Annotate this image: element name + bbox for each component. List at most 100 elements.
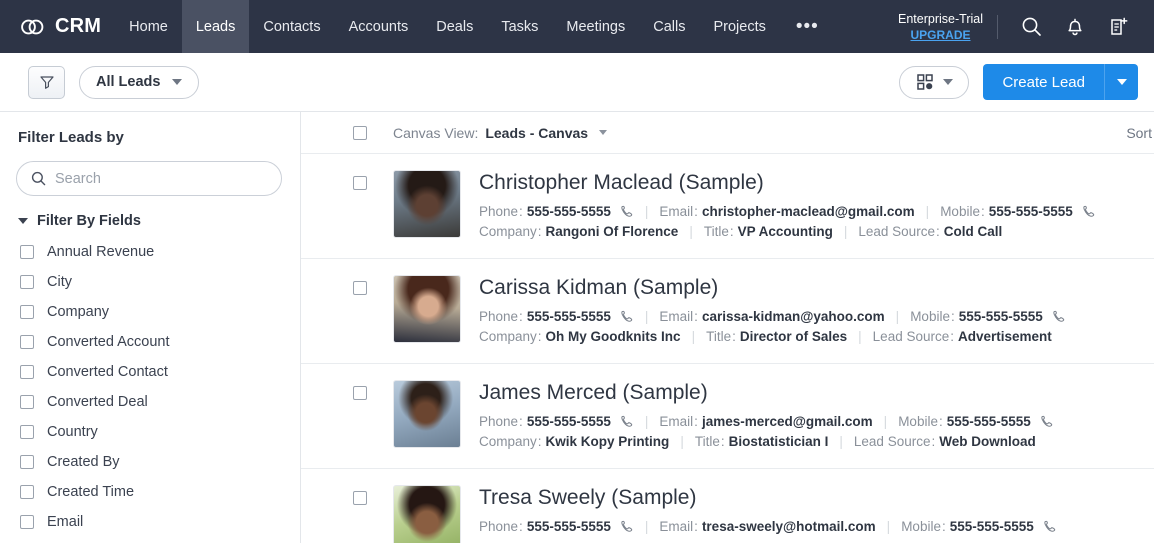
row-checkbox[interactable]: [353, 281, 367, 295]
company-label: Company: [479, 224, 537, 239]
checkbox[interactable]: [20, 305, 34, 319]
canvas-view-value[interactable]: Leads - Canvas: [485, 125, 588, 141]
phone-call-icon[interactable]: [619, 309, 634, 324]
search-input[interactable]: [55, 171, 267, 187]
filter-field-created-by[interactable]: Created By: [16, 447, 282, 477]
notifications-bell-icon[interactable]: [1054, 7, 1096, 47]
colon: :: [951, 309, 955, 324]
phone-call-icon[interactable]: [619, 414, 634, 429]
row-checkbox[interactable]: [353, 491, 367, 505]
checkbox[interactable]: [20, 455, 34, 469]
colon: :: [538, 329, 542, 344]
filter-by-fields-group-header[interactable]: Filter By Fields: [18, 213, 282, 229]
row-checkbox[interactable]: [353, 386, 367, 400]
phone-call-icon[interactable]: [1081, 204, 1096, 219]
colon: :: [732, 329, 736, 344]
lead-row[interactable]: Tresa Sweely (Sample) Phone : 555-555-55…: [301, 469, 1154, 543]
checkbox[interactable]: [20, 245, 34, 259]
email-value[interactable]: christopher-maclead@gmail.com: [702, 204, 915, 219]
checkbox[interactable]: [20, 515, 34, 529]
upgrade-link[interactable]: UPGRADE: [898, 29, 983, 43]
phone-value: 555-555-5555: [527, 309, 611, 324]
filter-field-converted-contact[interactable]: Converted Contact: [16, 357, 282, 387]
phone-call-icon[interactable]: [619, 519, 634, 534]
email-value[interactable]: tresa-sweely@hotmail.com: [702, 519, 876, 534]
lead-name-link[interactable]: James Merced (Sample): [479, 381, 1154, 405]
separator: |: [645, 414, 649, 429]
nav-item-deals[interactable]: Deals: [422, 0, 487, 53]
phone-call-icon[interactable]: [1051, 309, 1066, 324]
row-checkbox[interactable]: [353, 176, 367, 190]
email-value[interactable]: carissa-kidman@yahoo.com: [702, 309, 885, 324]
lead-row[interactable]: Carissa Kidman (Sample) Phone : 555-555-…: [301, 259, 1154, 364]
filter-field-email-opt-out[interactable]: Email Opt Out: [16, 537, 282, 543]
brand-logo-area[interactable]: CRM: [0, 0, 115, 53]
select-all-checkbox[interactable]: [353, 126, 367, 140]
separator: |: [858, 329, 862, 344]
mobile-label: Mobile: [940, 204, 980, 219]
title-label: Title: [706, 329, 731, 344]
company-value: Oh My Goodknits Inc: [546, 329, 681, 344]
checkbox[interactable]: [20, 275, 34, 289]
checkbox[interactable]: [20, 485, 34, 499]
lead-name-link[interactable]: Carissa Kidman (Sample): [479, 276, 1154, 300]
checkbox[interactable]: [20, 365, 34, 379]
separator: |: [839, 434, 843, 449]
nav-item-accounts[interactable]: Accounts: [335, 0, 423, 53]
create-lead-dropdown-button[interactable]: [1104, 64, 1138, 100]
email-label: Email: [659, 519, 693, 534]
filter-field-company[interactable]: Company: [16, 297, 282, 327]
chevron-down-icon[interactable]: [599, 130, 607, 135]
nav-item-leads[interactable]: Leads: [182, 0, 250, 53]
create-lead-button[interactable]: Create Lead: [983, 64, 1104, 100]
page-body: Filter Leads by Filter By Fields Annual …: [0, 112, 1154, 543]
phone-call-icon[interactable]: [1042, 519, 1057, 534]
mobile-label: Mobile: [901, 519, 941, 534]
search-icon[interactable]: [1010, 7, 1052, 47]
filter-field-converted-deal[interactable]: Converted Deal: [16, 387, 282, 417]
canvas-view-label: Canvas View: [393, 125, 474, 141]
phone-label: Phone: [479, 309, 518, 324]
separator: |: [844, 224, 848, 239]
nav-item-meetings[interactable]: Meetings: [552, 0, 639, 53]
checkbox[interactable]: [20, 335, 34, 349]
sidebar-search-box[interactable]: [16, 161, 282, 196]
filter-field-country[interactable]: Country: [16, 417, 282, 447]
lead-contact-line: Phone : 555-555-5555 | Email : james-mer…: [479, 414, 1154, 429]
phone-call-icon[interactable]: [1039, 414, 1054, 429]
checkbox[interactable]: [20, 395, 34, 409]
filter-field-city[interactable]: City: [16, 267, 282, 297]
nav-item-calls[interactable]: Calls: [639, 0, 699, 53]
nav-item-home[interactable]: Home: [115, 0, 182, 53]
view-selector-label: All Leads: [96, 74, 160, 90]
filter-field-label: Created Time: [47, 484, 134, 500]
lead-name-link[interactable]: Christopher Maclead (Sample): [479, 171, 1154, 195]
nav-item-projects[interactable]: Projects: [699, 0, 779, 53]
nav-item-tasks[interactable]: Tasks: [487, 0, 552, 53]
lead-name-link[interactable]: Tresa Sweely (Sample): [479, 486, 1154, 510]
checkbox[interactable]: [20, 425, 34, 439]
avatar: [393, 275, 461, 343]
lead-row[interactable]: James Merced (Sample) Phone : 555-555-55…: [301, 364, 1154, 469]
lead-info: James Merced (Sample) Phone : 555-555-55…: [479, 380, 1154, 454]
filter-field-converted-account[interactable]: Converted Account: [16, 327, 282, 357]
sort-button[interactable]: Sort: [1126, 125, 1154, 141]
filter-field-label: Converted Deal: [47, 394, 148, 410]
nav-item-contacts[interactable]: Contacts: [249, 0, 334, 53]
view-selector-button[interactable]: All Leads: [79, 66, 199, 99]
view-mode-switcher-button[interactable]: [899, 66, 969, 99]
filter-field-annual-revenue[interactable]: Annual Revenue: [16, 237, 282, 267]
nav-item-list: Home Leads Contacts Accounts Deals Tasks…: [115, 0, 780, 53]
phone-call-icon[interactable]: [619, 204, 634, 219]
filter-toggle-button[interactable]: [28, 66, 65, 99]
email-value[interactable]: james-merced@gmail.com: [702, 414, 873, 429]
filter-field-created-time[interactable]: Created Time: [16, 477, 282, 507]
lead-company-line: Company : Oh My Goodknits Inc | Title : …: [479, 329, 1154, 344]
nav-more-menu-button[interactable]: •••: [780, 0, 835, 53]
filter-field-email[interactable]: Email: [16, 507, 282, 537]
canvas-grid-icon: [916, 73, 934, 91]
add-note-icon[interactable]: [1098, 7, 1140, 47]
nav-right-area: Enterprise-Trial UPGRADE: [898, 0, 1154, 53]
lead-row[interactable]: Christopher Maclead (Sample) Phone : 555…: [301, 154, 1154, 259]
mobile-value: 555-555-5555: [959, 309, 1043, 324]
